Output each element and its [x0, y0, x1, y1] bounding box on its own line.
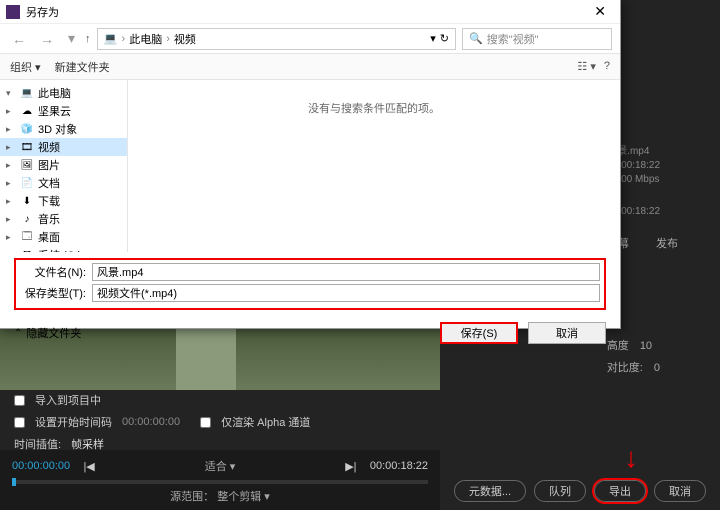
help-button[interactable]: ? [604, 60, 610, 73]
alpha-only-label: 仅渲染 Alpha 通道 [221, 414, 310, 430]
save-as-dialog: 另存为 ✕ ← → ▾ ↑ 💻 › 此电脑 › 视频 ▾ ↻ 🔍 搜索"视频" … [0, 0, 621, 329]
expand-icon[interactable]: ▸ [6, 106, 16, 117]
address-bar[interactable]: 💻 › 此电脑 › 视频 ▾ ↻ [97, 28, 456, 50]
expand-icon[interactable]: ▾ [6, 88, 16, 99]
range-dropdown[interactable]: 整个剪辑 [217, 491, 261, 503]
tree-label: 文档 [38, 175, 60, 191]
folder-icon: 🖼 [20, 159, 34, 171]
timeline-scrubber[interactable] [12, 480, 428, 484]
save-button[interactable]: 保存(S) [440, 322, 518, 344]
refresh-button[interactable]: ↻ [440, 32, 449, 45]
annotation-arrow-icon: ↓ [624, 442, 638, 474]
nav-back-button[interactable]: ← [8, 31, 30, 47]
filename-label: 文件名(N): [20, 264, 86, 280]
tree-item[interactable]: ▸ 🎞 视频 [0, 138, 127, 156]
nav-forward-button: → [36, 31, 58, 47]
computer-icon: 💻 [104, 32, 118, 45]
tree-item[interactable]: ▸ 🖼 图片 [0, 156, 127, 174]
chevron-down-icon: ▾ [230, 461, 236, 473]
annotation-highlight: 文件名(N): 保存类型(T): [14, 258, 606, 310]
expand-icon[interactable]: ▸ [6, 178, 16, 189]
export-button[interactable]: 导出 [594, 480, 646, 502]
expand-icon[interactable]: ▸ [6, 214, 16, 225]
tree-item[interactable]: ▾ 💻 此电脑 [0, 84, 127, 102]
tree-label: 此电脑 [38, 85, 71, 101]
filetype-dropdown[interactable] [92, 284, 600, 302]
tree-item[interactable]: ▸ ☁ 坚果云 [0, 102, 127, 120]
tree-item[interactable]: ▸ 🧊 3D 对象 [0, 120, 127, 138]
import-project-checkbox[interactable] [14, 395, 25, 406]
start-timecode-checkbox[interactable] [14, 417, 25, 428]
new-folder-button[interactable]: 新建文件夹 [55, 59, 110, 75]
alpha-only-checkbox[interactable] [200, 417, 211, 428]
timecode-in[interactable]: 00:00:00:00 [12, 460, 70, 472]
nav-up-button[interactable]: ↑ [85, 33, 91, 45]
folder-icon: ♪ [20, 213, 34, 225]
import-project-label: 导入到项目中 [35, 392, 101, 408]
tree-label: 视频 [38, 139, 60, 155]
hide-folders-toggle[interactable]: ⌃ 隐藏文件夹 [14, 325, 81, 341]
tree-item[interactable]: ▸ 🖴 系统 (C:) [0, 246, 127, 252]
filename-input[interactable] [92, 263, 600, 281]
chevron-down-icon[interactable]: ▾ [64, 30, 79, 47]
chevron-down-icon: ⌃ [14, 328, 22, 339]
cancel-button[interactable]: 取消 [528, 322, 606, 344]
folder-icon: 🖴 [20, 249, 34, 252]
tree-label: 3D 对象 [38, 121, 77, 137]
close-button[interactable]: ✕ [586, 3, 614, 20]
expand-icon[interactable]: ▸ [6, 232, 16, 243]
path-segment[interactable]: 此电脑 [129, 31, 162, 47]
chevron-right-icon: › [122, 33, 126, 45]
expand-icon[interactable]: ▸ [6, 124, 16, 135]
cancel-export-button[interactable]: 取消 [654, 480, 706, 502]
height-value[interactable]: 10 [640, 340, 652, 352]
folder-icon: 💻 [20, 87, 34, 99]
folder-icon: 🧊 [20, 123, 34, 135]
path-segment[interactable]: 视频 [174, 31, 196, 47]
app-icon [6, 5, 20, 19]
tree-item[interactable]: ▸ ⬇ 下载 [0, 192, 127, 210]
folder-icon: 📄 [20, 177, 34, 189]
tree-item[interactable]: ▸ 🗔 桌面 [0, 228, 127, 246]
folder-tree[interactable]: ▾ 💻 此电脑 ▸ ☁ 坚果云 ▸ 🧊 3D 对象 ▸ 🎞 视频 ▸ 🖼 图片 ▸ 📄 文档 ▸ ⬇ 下载 ▸ ♪ 音乐 ▸ 🗔 桌… [0, 80, 128, 252]
tree-label: 下载 [38, 193, 60, 209]
expand-icon[interactable]: ▸ [6, 142, 16, 153]
tree-label: 音乐 [38, 211, 60, 227]
dialog-title: 另存为 [26, 4, 59, 20]
expand-icon[interactable]: ▸ [6, 160, 16, 171]
fit-dropdown[interactable]: 适合 [205, 461, 227, 473]
expand-icon[interactable]: ▸ [6, 250, 16, 253]
tree-label: 图片 [38, 157, 60, 173]
folder-icon: ⬇ [20, 195, 34, 207]
start-timecode-label: 设置开始时间码 [35, 414, 112, 430]
tree-item[interactable]: ▸ ♪ 音乐 [0, 210, 127, 228]
tab-publish[interactable]: 发布 [656, 238, 678, 250]
timecode-out: 00:00:18:22 [370, 460, 428, 472]
folder-icon: 🎞 [20, 141, 34, 153]
tree-label: 桌面 [38, 229, 60, 245]
tree-label: 坚果云 [38, 103, 71, 119]
file-list-empty: 没有与搜索条件匹配的项。 [128, 80, 620, 252]
organize-button[interactable]: 组织 ▾ [10, 59, 41, 75]
chevron-down-icon[interactable]: ▾ [430, 32, 436, 45]
range-label: 源范围： [170, 491, 214, 503]
folder-icon: ☁ [20, 105, 34, 117]
expand-icon[interactable]: ▸ [6, 196, 16, 207]
search-icon: 🔍 [469, 32, 483, 45]
chevron-right-icon: › [166, 33, 170, 45]
tree-item[interactable]: ▸ 📄 文档 [0, 174, 127, 192]
search-placeholder: 搜索"视频" [487, 31, 539, 47]
tree-label: 系统 (C:) [38, 247, 81, 252]
metadata-button[interactable]: 元数据... [454, 480, 526, 502]
folder-icon: 🗔 [20, 231, 34, 243]
chevron-down-icon: ▾ [264, 491, 270, 503]
next-frame-icon[interactable]: ▶| [344, 460, 358, 473]
view-button[interactable]: ☷ ▾ [577, 60, 595, 73]
filetype-label: 保存类型(T): [20, 285, 86, 301]
prev-frame-icon[interactable]: |◀ [82, 460, 96, 473]
start-timecode-value[interactable]: 00:00:00:00 [122, 416, 180, 428]
search-input[interactable]: 🔍 搜索"视频" [462, 28, 612, 50]
queue-button[interactable]: 队列 [534, 480, 586, 502]
